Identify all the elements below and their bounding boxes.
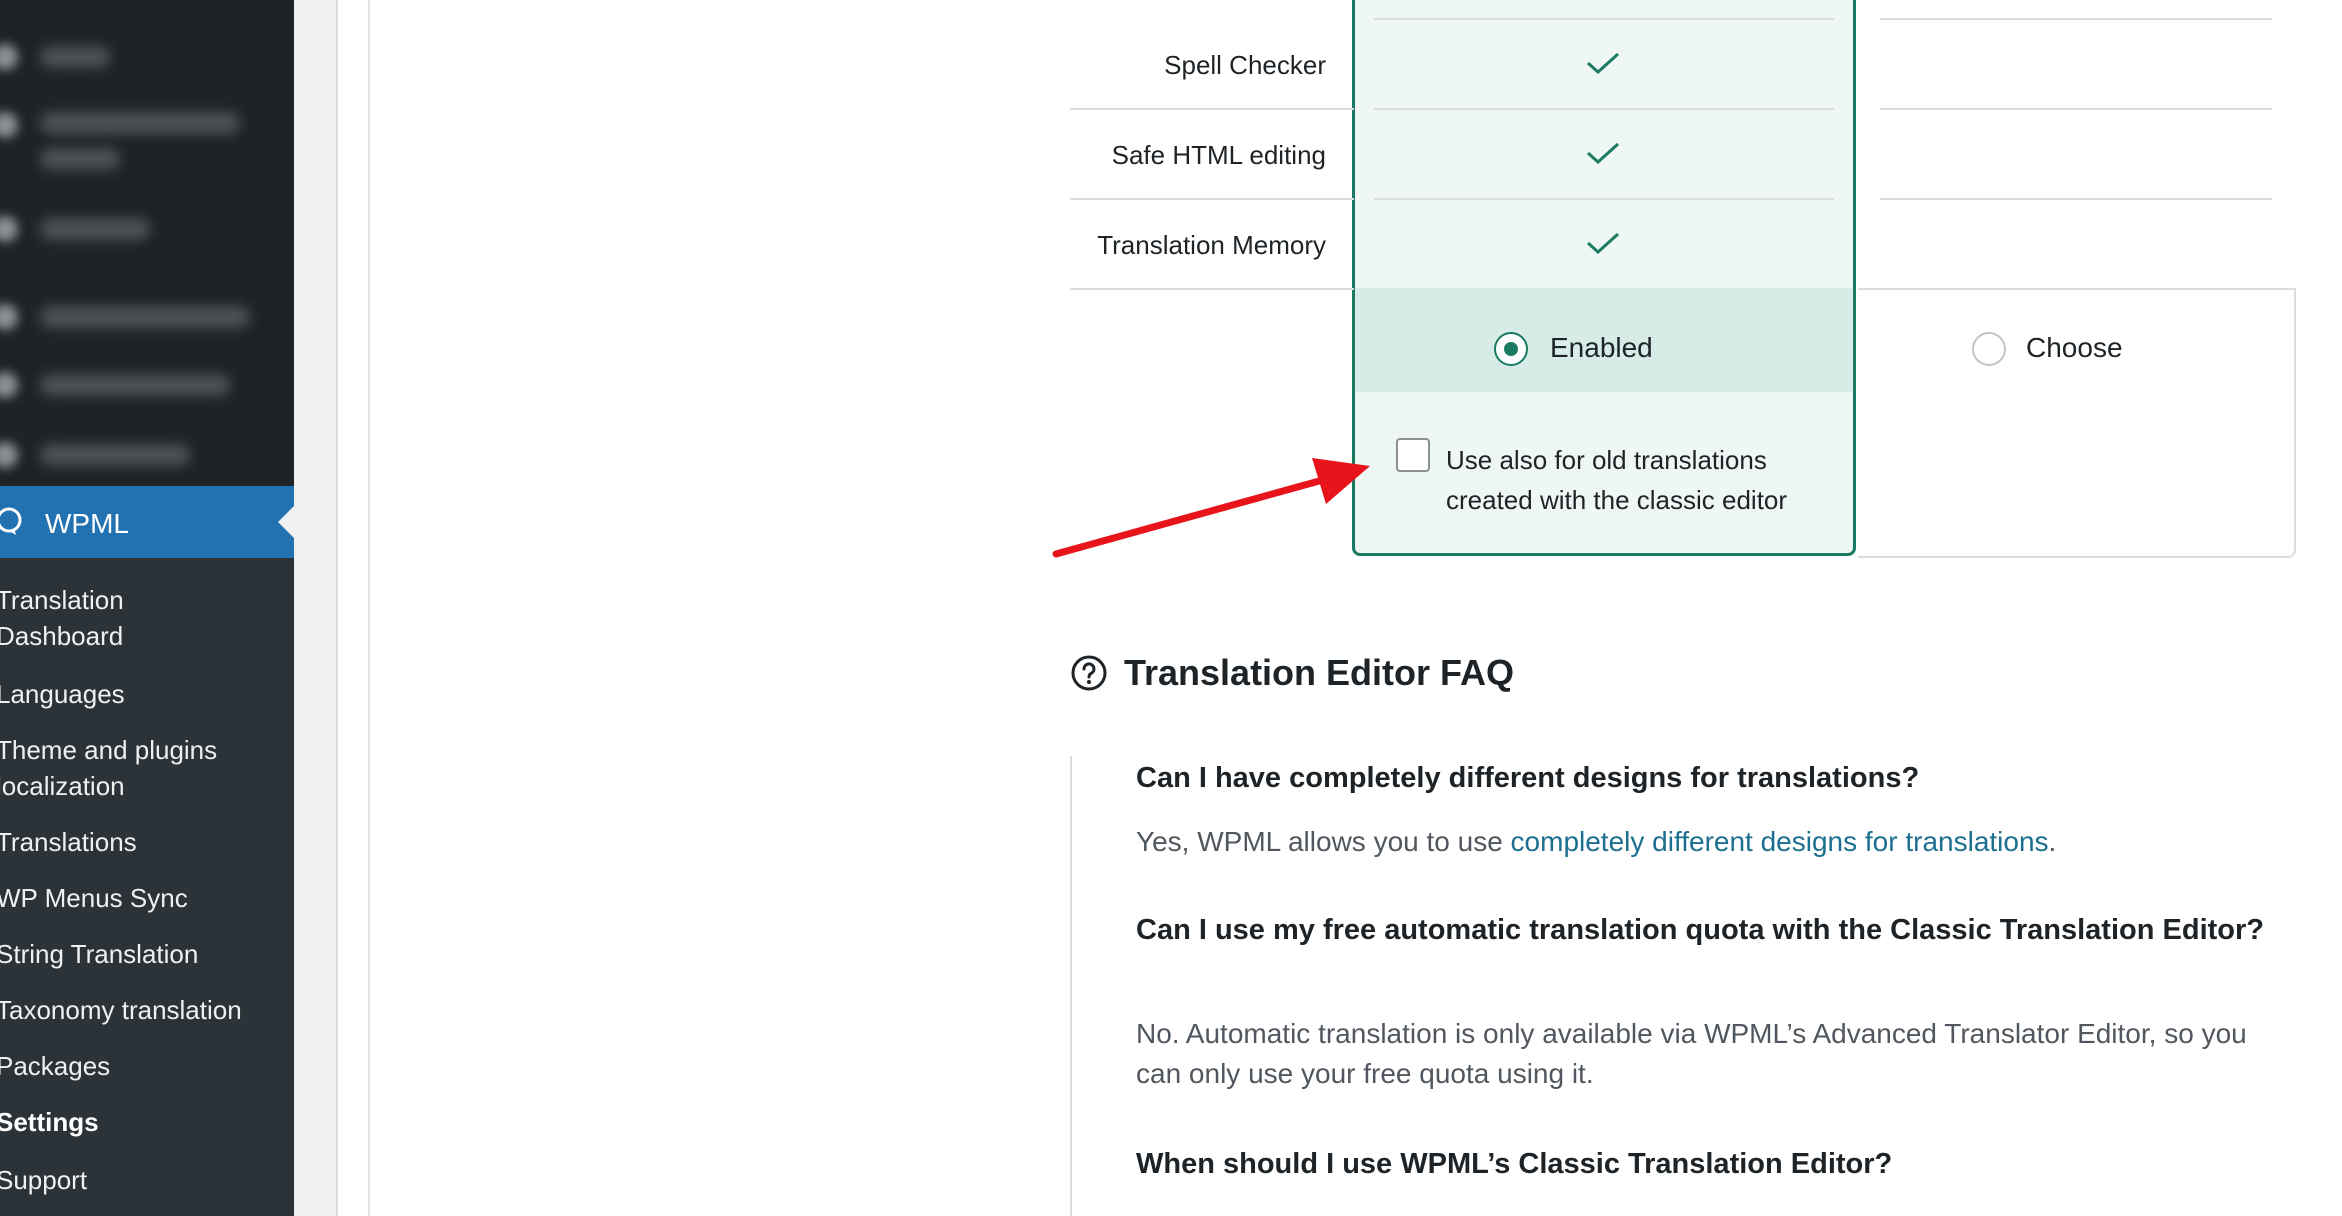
admin-sidebar: WPML Translation Dashboard Languages The…	[0, 0, 294, 1216]
faq-question: Can I use my free automatic translation …	[1136, 914, 2264, 946]
choose-column	[1858, 290, 2296, 558]
check-icon	[1586, 232, 1620, 254]
sidebar-item-string-translation[interactable]: String Translation	[0, 936, 294, 972]
sidebar-menu-title: WPML	[45, 508, 129, 539]
feature-safe-html-editing: Safe HTML editing	[1111, 140, 1326, 170]
faq-heading: Translation Editor FAQ	[1124, 652, 1515, 693]
current-menu-notch	[278, 506, 294, 538]
sidebar-item-wp-menus-sync[interactable]: WP Menus Sync	[0, 880, 294, 916]
designs-link[interactable]: completely different designs for transla…	[1511, 826, 2049, 857]
feature-translation-memory: Translation Memory	[1097, 230, 1326, 260]
faq-answer: No. Automatic translation is only availa…	[1136, 1018, 2247, 1089]
content-divider	[368, 0, 370, 1216]
faq-divider	[1070, 756, 1072, 1216]
sidebar-item-translation-dashboard[interactable]: Translation Dashboard	[0, 582, 294, 654]
old-translations-checkbox[interactable]	[1396, 438, 1430, 472]
old-translations-label: Use also for old translations created wi…	[1446, 445, 1788, 515]
sidebar-item-settings[interactable]: Settings	[0, 1104, 294, 1140]
choose-radio[interactable]	[1972, 332, 2006, 366]
sidebar-item-taxonomy-translation[interactable]: Taxonomy translation	[0, 992, 294, 1028]
check-icon	[1586, 52, 1620, 74]
choose-option-label: Choose	[2026, 332, 2123, 363]
blurred-menu-area	[0, 0, 294, 486]
faq-question: Can I have completely different designs …	[1136, 762, 1920, 794]
sidebar-item-packages[interactable]: Packages	[0, 1048, 294, 1084]
sidebar-item-translations[interactable]: Translations	[0, 824, 294, 860]
faq-question: When should I use WPML’s Classic Transla…	[1136, 1148, 1893, 1180]
sidebar-item-languages[interactable]: Languages	[0, 676, 294, 712]
feature-spell-checker: Spell Checker	[1164, 50, 1326, 80]
wpml-icon	[0, 507, 22, 535]
enabled-radio[interactable]	[1494, 332, 1528, 366]
sidebar-item-support[interactable]: Support	[0, 1162, 294, 1198]
check-icon	[1586, 142, 1620, 164]
annotation-arrow	[1052, 458, 1370, 558]
enabled-option-label: Enabled	[1550, 332, 1653, 363]
faq-answer: Yes, WPML allows you to use completely d…	[1136, 826, 2057, 857]
sidebar-item-theme-plugins-localization[interactable]: Theme and plugins localization	[0, 732, 294, 804]
help-circle-icon	[1071, 655, 1107, 691]
sidebar-item-wpml[interactable]: WPML	[0, 486, 294, 558]
